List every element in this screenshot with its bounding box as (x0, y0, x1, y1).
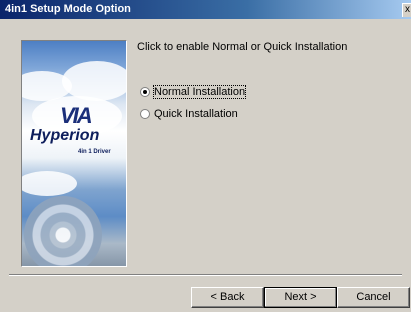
cancel-button[interactable]: Cancel (337, 287, 410, 308)
install-prompt: Click to enable Normal or Quick Installa… (137, 41, 348, 53)
radio-unselected-icon[interactable] (140, 109, 150, 119)
via-hyperion-logo: VIA Hyperion 4in 1 Driver (22, 103, 126, 171)
cloud-shape (62, 61, 126, 101)
cd-disc-icon (24, 196, 102, 266)
hyperion-logo-text: Hyperion (30, 127, 100, 144)
cloud-shape (22, 171, 77, 196)
separator (9, 274, 402, 276)
next-button[interactable]: Next > (264, 287, 337, 308)
radio-selected-icon[interactable] (140, 87, 150, 97)
window-title: 4in1 Setup Mode Option (5, 3, 131, 15)
title-bar[interactable]: 4in1 Setup Mode Option x (0, 0, 411, 19)
normal-installation-label[interactable]: Normal Installation (152, 85, 247, 99)
driver-subtitle: 4in 1 Driver (78, 149, 111, 155)
via-logo-text: VIA (60, 103, 93, 128)
back-button[interactable]: < Back (191, 287, 264, 308)
close-icon[interactable]: x (402, 3, 411, 17)
setup-dialog: 4in1 Setup Mode Option x VIA Hyperion 4i… (0, 0, 411, 312)
quick-installation-label[interactable]: Quick Installation (154, 108, 238, 120)
hyperion-banner-image: VIA Hyperion 4in 1 Driver (21, 40, 127, 267)
